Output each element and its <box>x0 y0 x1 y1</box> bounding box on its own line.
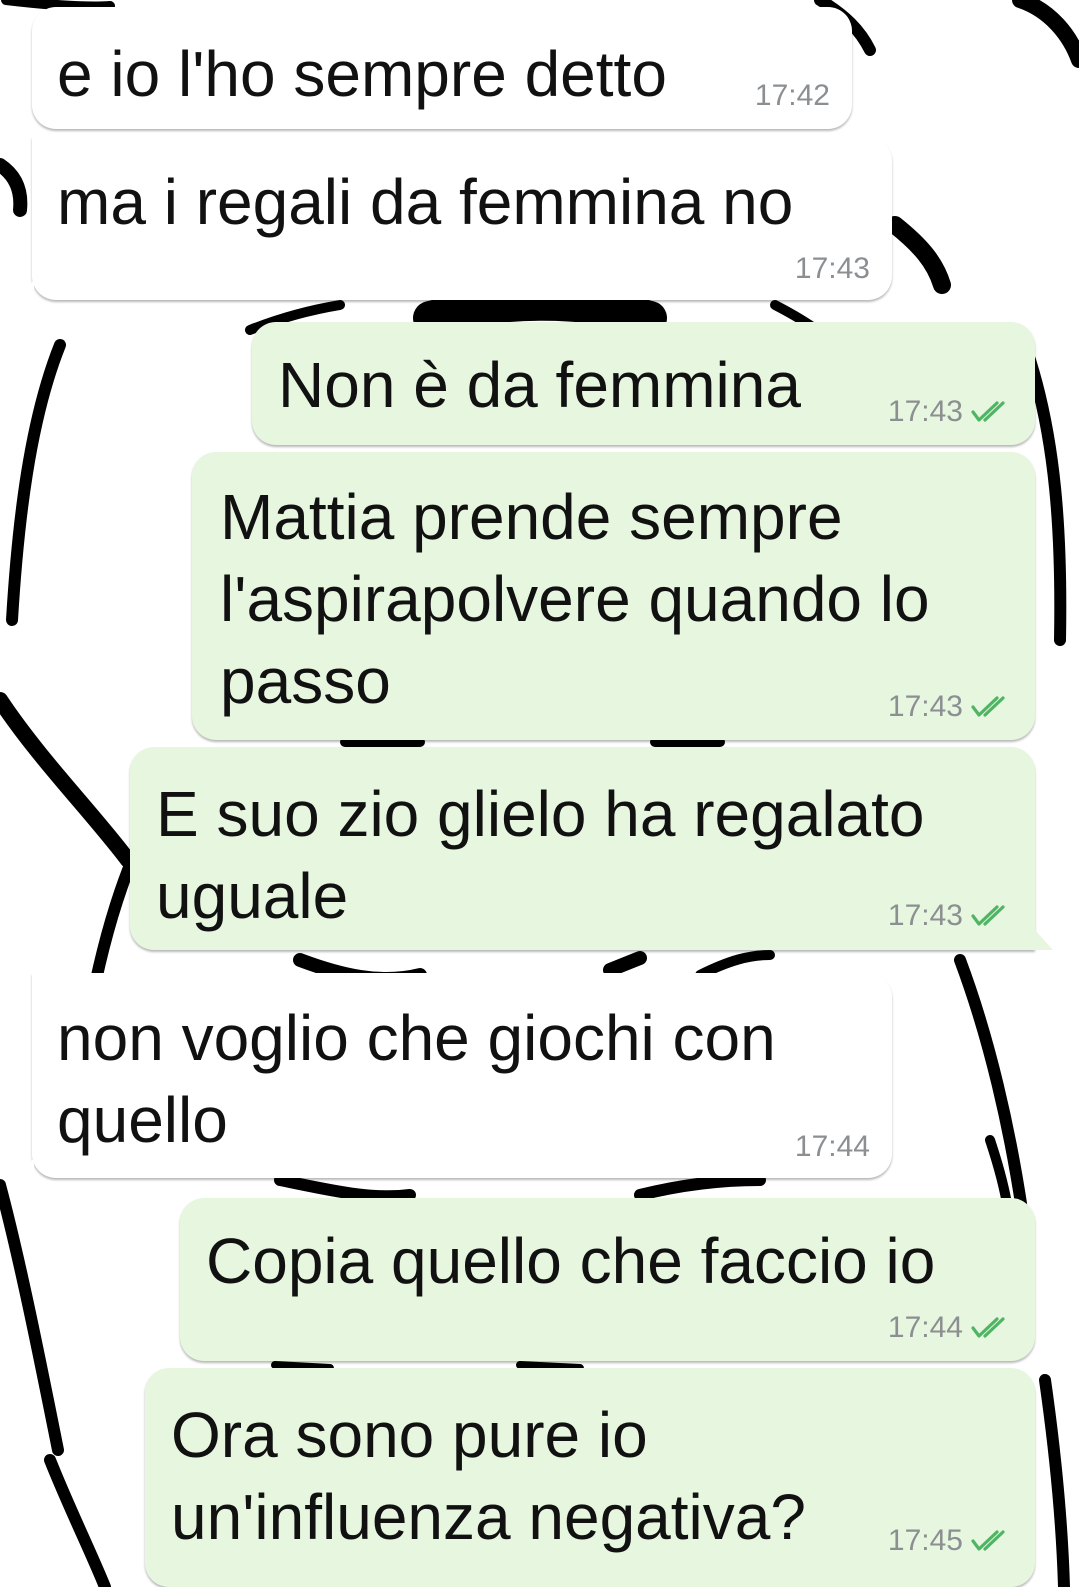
message-timestamp: 17:42 <box>754 79 830 112</box>
message-timestamp: 17:44 <box>794 1130 870 1163</box>
incoming-message[interactable]: non voglio che giochi con quello 17:44 <box>14 973 892 1180</box>
message-timestamp: 17:45 <box>887 1524 963 1557</box>
message-text: E suo zio glielo ha regalato uguale <box>156 778 925 932</box>
incoming-message[interactable]: ma i regali da femmina no 17:43 <box>14 137 892 302</box>
message-meta: 17:44 <box>795 1130 870 1164</box>
double-check-icon <box>971 1529 1015 1553</box>
message-meta: 17:43 <box>888 395 1015 429</box>
outgoing-message[interactable]: E suo zio glielo ha regalato uguale 17:4… <box>130 747 1053 950</box>
message-text: non voglio che giochi con quello <box>57 1002 776 1156</box>
message-timestamp: 17:43 <box>887 899 963 932</box>
double-check-icon <box>971 1316 1015 1340</box>
message-meta: 17:44 <box>888 1311 1015 1345</box>
message-timestamp: 17:43 <box>794 252 870 285</box>
outgoing-message[interactable]: Non è da femmina 17:43 <box>252 322 1035 445</box>
message-text: e io l'ho sempre detto <box>57 38 667 110</box>
double-check-icon <box>971 400 1015 424</box>
message-meta: 17:43 <box>888 690 1015 724</box>
message-meta: 17:42 <box>755 79 830 113</box>
outgoing-message[interactable]: Ora sono pure io un'influenza negativa? … <box>145 1368 1035 1587</box>
message-text: ma i regali da femmina no <box>57 166 794 238</box>
outgoing-message[interactable]: Copia quello che faccio io 17:44 <box>180 1198 1035 1361</box>
message-text: Copia quello che faccio io <box>206 1225 936 1297</box>
message-timestamp: 17:44 <box>887 1311 963 1344</box>
message-timestamp: 17:43 <box>887 395 963 428</box>
message-text: Non è da femmina <box>278 349 801 421</box>
message-meta: 17:45 <box>888 1524 1015 1558</box>
message-meta: 17:43 <box>795 252 870 286</box>
message-meta: 17:43 <box>888 899 1015 933</box>
outgoing-message[interactable]: Mattia prende sempre l'aspirapolvere qua… <box>192 452 1035 740</box>
message-text: Ora sono pure io un'influenza negativa? <box>171 1399 806 1553</box>
double-check-icon <box>971 695 1015 719</box>
incoming-message[interactable]: e io l'ho sempre detto 17:42 <box>32 7 852 129</box>
message-timestamp: 17:43 <box>887 690 963 723</box>
message-text: Mattia prende sempre l'aspirapolvere qua… <box>220 481 930 717</box>
double-check-icon <box>971 904 1015 928</box>
